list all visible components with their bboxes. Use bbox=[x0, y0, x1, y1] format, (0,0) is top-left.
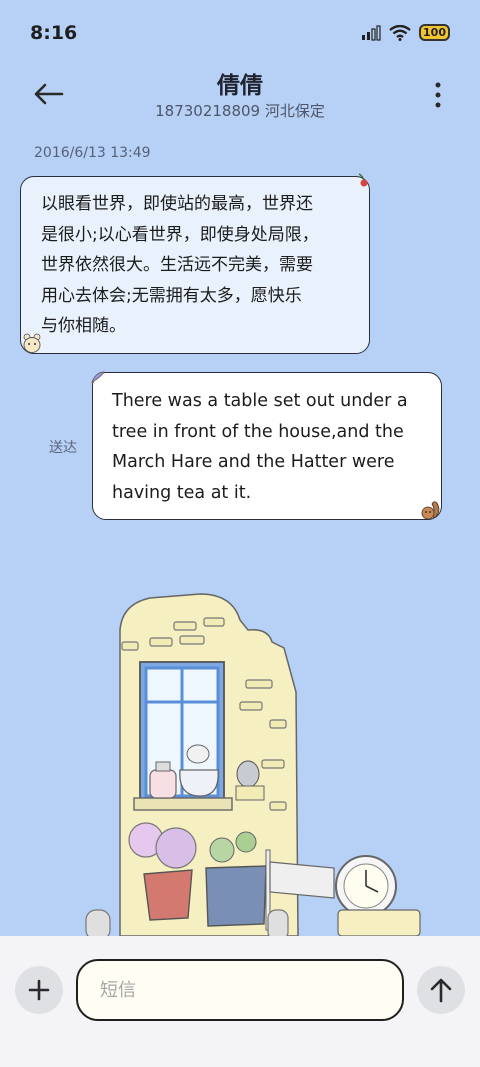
message-line: March Hare and the Hatter were bbox=[112, 452, 395, 472]
outgoing-message-bubble[interactable]: There was a table set out under a tree i… bbox=[92, 372, 442, 520]
status-bar: 8:16 100 bbox=[0, 0, 480, 66]
message-line: 世界依然很大。生活远不完美，需要 bbox=[41, 255, 313, 275]
message-line: 用心去体会;无需拥有太多，愿快乐 bbox=[41, 285, 302, 306]
bear-sticker-icon bbox=[23, 333, 41, 353]
send-button[interactable] bbox=[417, 966, 465, 1014]
composer-bar bbox=[0, 936, 480, 1067]
plus-icon bbox=[28, 979, 50, 1001]
message-input[interactable] bbox=[76, 959, 404, 1021]
more-vertical-icon bbox=[435, 82, 441, 108]
battery-icon: 100 bbox=[419, 24, 450, 41]
message-timestamp: 2016/6/13 13:49 bbox=[34, 145, 151, 161]
message-line: having tea at it. bbox=[112, 482, 252, 503]
chat-background-illustration bbox=[85, 593, 421, 940]
cherry-icon bbox=[358, 173, 368, 187]
contact-number-location: 18730218809 河北保定 bbox=[155, 102, 325, 120]
message-line: tree in front of the house,and the bbox=[112, 421, 404, 442]
more-options-button[interactable] bbox=[430, 80, 446, 110]
delivery-status: 送达 bbox=[49, 440, 77, 456]
wifi-icon bbox=[389, 24, 411, 41]
add-attachment-button[interactable] bbox=[15, 966, 63, 1014]
message-line: 以眼看世界，即使站的最高，世界还 bbox=[41, 194, 313, 214]
message-line: 是很小;以心看世界，即使身处局限， bbox=[41, 224, 319, 245]
status-time: 8:16 bbox=[30, 22, 78, 44]
squirrel-sticker-icon bbox=[421, 501, 440, 520]
signal-icon bbox=[362, 24, 381, 41]
feather-icon bbox=[91, 371, 105, 383]
contact-name: 倩倩 bbox=[217, 73, 263, 99]
message-line: 与你相随。 bbox=[41, 316, 126, 336]
incoming-message-bubble[interactable]: 以眼看世界，即使站的最高，世界还 是很小;以心看世界，即使身处局限， 世界依然很… bbox=[20, 176, 370, 354]
status-icons: 100 bbox=[361, 24, 450, 41]
arrow-up-icon bbox=[430, 978, 452, 1003]
message-line: There was a table set out under a bbox=[112, 391, 408, 411]
